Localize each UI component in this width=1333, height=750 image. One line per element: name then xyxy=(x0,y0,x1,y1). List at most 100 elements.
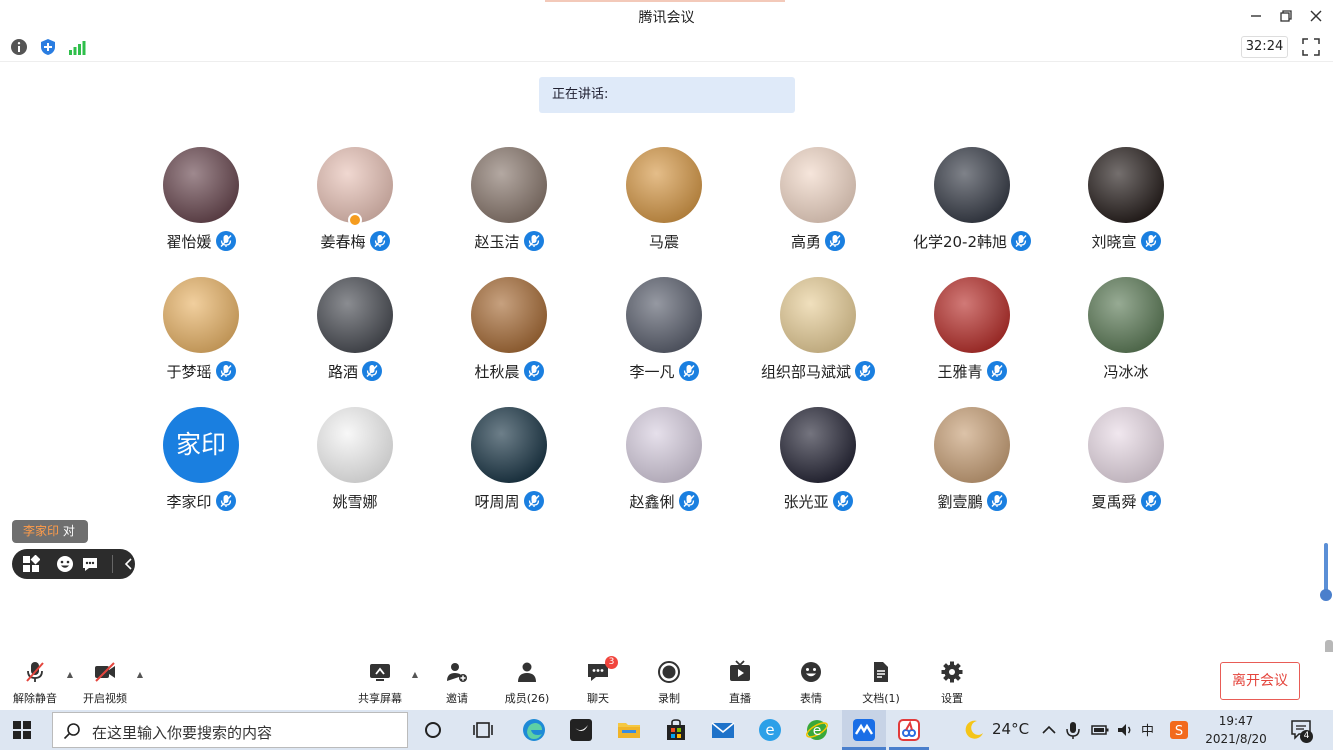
participant-tile[interactable]: 赵玉洁 xyxy=(432,147,586,267)
avatar[interactable] xyxy=(1088,147,1164,223)
participant-tile[interactable]: 翟怡媛 xyxy=(124,147,278,267)
avatar[interactable] xyxy=(626,277,702,353)
ie-icon[interactable]: e xyxy=(758,718,782,742)
task-view-icon[interactable] xyxy=(471,718,495,742)
avatar[interactable] xyxy=(1088,277,1164,353)
participant-name: 张光亚 xyxy=(783,493,829,511)
sogou-ime-icon[interactable]: S xyxy=(1168,718,1190,742)
share-options-caret-icon[interactable]: ▲ xyxy=(410,670,420,680)
participant-tile[interactable]: 张光亚 xyxy=(741,407,895,527)
avatar[interactable] xyxy=(780,407,856,483)
wps-icon[interactable] xyxy=(897,718,921,742)
edge-icon[interactable] xyxy=(522,718,546,742)
participant-tile[interactable]: 家印 李家印 xyxy=(124,407,278,527)
feishu-icon[interactable] xyxy=(569,718,593,742)
avatar[interactable] xyxy=(1088,407,1164,483)
avatar[interactable] xyxy=(163,277,239,353)
avatar[interactable] xyxy=(471,277,547,353)
taskbar-search-box[interactable]: 在这里输入你要搜索的内容 xyxy=(52,712,408,748)
avatar[interactable]: 家印 xyxy=(163,407,239,483)
participant-tile[interactable]: 路酒 xyxy=(278,277,432,397)
live-button[interactable]: 直播 xyxy=(705,658,775,706)
settings-button[interactable]: 设置 xyxy=(917,658,987,706)
volume-slider-track[interactable] xyxy=(1324,543,1328,593)
participant-tile[interactable]: 刘晓宣 xyxy=(1049,147,1203,267)
avatar[interactable] xyxy=(317,147,393,223)
documents-button[interactable]: 文档(1) xyxy=(846,658,916,706)
participant-tile[interactable]: 劉壹鵬 xyxy=(895,407,1049,527)
record-button[interactable]: 录制 xyxy=(634,658,704,706)
mail-icon[interactable] xyxy=(711,718,735,742)
collapse-icon[interactable] xyxy=(120,555,138,573)
info-icon[interactable] xyxy=(10,38,28,56)
share-screen-button[interactable]: 共享屏幕 xyxy=(345,658,415,706)
minimize-icon[interactable] xyxy=(1246,6,1266,26)
avatar[interactable] xyxy=(934,407,1010,483)
participant-name-row: 杜秋晨 xyxy=(432,361,586,382)
participant-tile[interactable]: 于梦瑶 xyxy=(124,277,278,397)
video-options-caret-icon[interactable]: ▲ xyxy=(135,670,145,680)
store-icon[interactable] xyxy=(664,718,688,742)
participant-tile[interactable]: 赵鑫俐 xyxy=(587,407,741,527)
cortana-icon[interactable] xyxy=(421,718,445,742)
signal-icon[interactable] xyxy=(68,38,86,56)
participant-tile[interactable]: 马震 xyxy=(587,147,741,267)
avatar[interactable] xyxy=(626,407,702,483)
emoji-button[interactable]: 表情 xyxy=(776,658,846,706)
shield-icon[interactable] xyxy=(39,38,57,56)
reaction-sender: 李家印 xyxy=(23,524,60,538)
avatar[interactable] xyxy=(780,277,856,353)
close-icon[interactable] xyxy=(1306,6,1326,26)
participant-tile[interactable]: 李一凡 xyxy=(587,277,741,397)
participant-name-row: 马震 xyxy=(587,231,741,252)
avatar[interactable] xyxy=(934,147,1010,223)
ie-alt-icon[interactable]: e xyxy=(805,718,829,742)
unmute-button[interactable]: 解除静音 xyxy=(0,658,70,706)
title-accent-line xyxy=(545,0,785,2)
participant-tile[interactable]: 杜秋晨 xyxy=(432,277,586,397)
fullscreen-icon[interactable] xyxy=(1301,37,1321,57)
mic-muted-icon xyxy=(215,231,236,251)
members-button[interactable]: 成员(26) xyxy=(492,658,562,706)
avatar[interactable] xyxy=(471,147,547,223)
avatar[interactable] xyxy=(934,277,1010,353)
avatar[interactable] xyxy=(626,147,702,223)
avatar[interactable] xyxy=(317,277,393,353)
participant-name: 杜秋晨 xyxy=(474,363,520,381)
volume-slider-knob[interactable] xyxy=(1320,589,1332,601)
avatar[interactable] xyxy=(780,147,856,223)
taskbar-clock[interactable]: 19:47 2021/8/20 xyxy=(1196,712,1276,748)
participant-tile[interactable]: 呀周周 xyxy=(432,407,586,527)
participant-tile[interactable]: 姜春梅 xyxy=(278,147,432,267)
window-title: 腾讯会议 xyxy=(638,10,695,26)
weather-temperature[interactable]: 24°C xyxy=(992,720,1029,738)
tencent-meeting-icon[interactable] xyxy=(852,718,876,742)
battery-icon[interactable] xyxy=(1090,718,1110,742)
participant-tile[interactable]: 化学20-2韩旭 xyxy=(895,147,1049,267)
ime-indicator[interactable]: 中 xyxy=(1141,720,1154,739)
participant-tile[interactable]: 姚雪娜 xyxy=(278,407,432,527)
avatar[interactable] xyxy=(317,407,393,483)
participant-tile[interactable]: 夏禹舜 xyxy=(1049,407,1203,527)
participant-tile[interactable]: 王雅青 xyxy=(895,277,1049,397)
weather-moon-icon[interactable] xyxy=(962,718,986,742)
volume-icon[interactable] xyxy=(1115,718,1135,742)
windows-start-icon[interactable] xyxy=(13,721,31,739)
participant-tile[interactable]: 冯冰冰 xyxy=(1049,277,1203,397)
microphone-tray-icon[interactable] xyxy=(1064,718,1082,742)
chat-icon[interactable] xyxy=(81,555,99,573)
chat-button[interactable]: 3 聊天 xyxy=(563,656,633,706)
avatar[interactable] xyxy=(471,407,547,483)
start-video-button[interactable]: 开启视频 xyxy=(70,658,140,706)
leave-meeting-button[interactable]: 离开会议 xyxy=(1220,662,1300,700)
participant-name-row: 呀周周 xyxy=(432,491,586,512)
participant-tile[interactable]: 高勇 xyxy=(741,147,895,267)
show-hidden-icons-icon[interactable] xyxy=(1040,718,1058,742)
participant-tile[interactable]: 组织部马斌斌 xyxy=(741,277,895,397)
restore-icon[interactable] xyxy=(1276,6,1296,26)
emoji-icon[interactable] xyxy=(56,555,74,573)
file-explorer-icon[interactable] xyxy=(617,718,641,742)
layout-icon[interactable] xyxy=(22,554,41,573)
invite-button[interactable]: 邀请 xyxy=(422,658,492,706)
avatar[interactable] xyxy=(163,147,239,223)
